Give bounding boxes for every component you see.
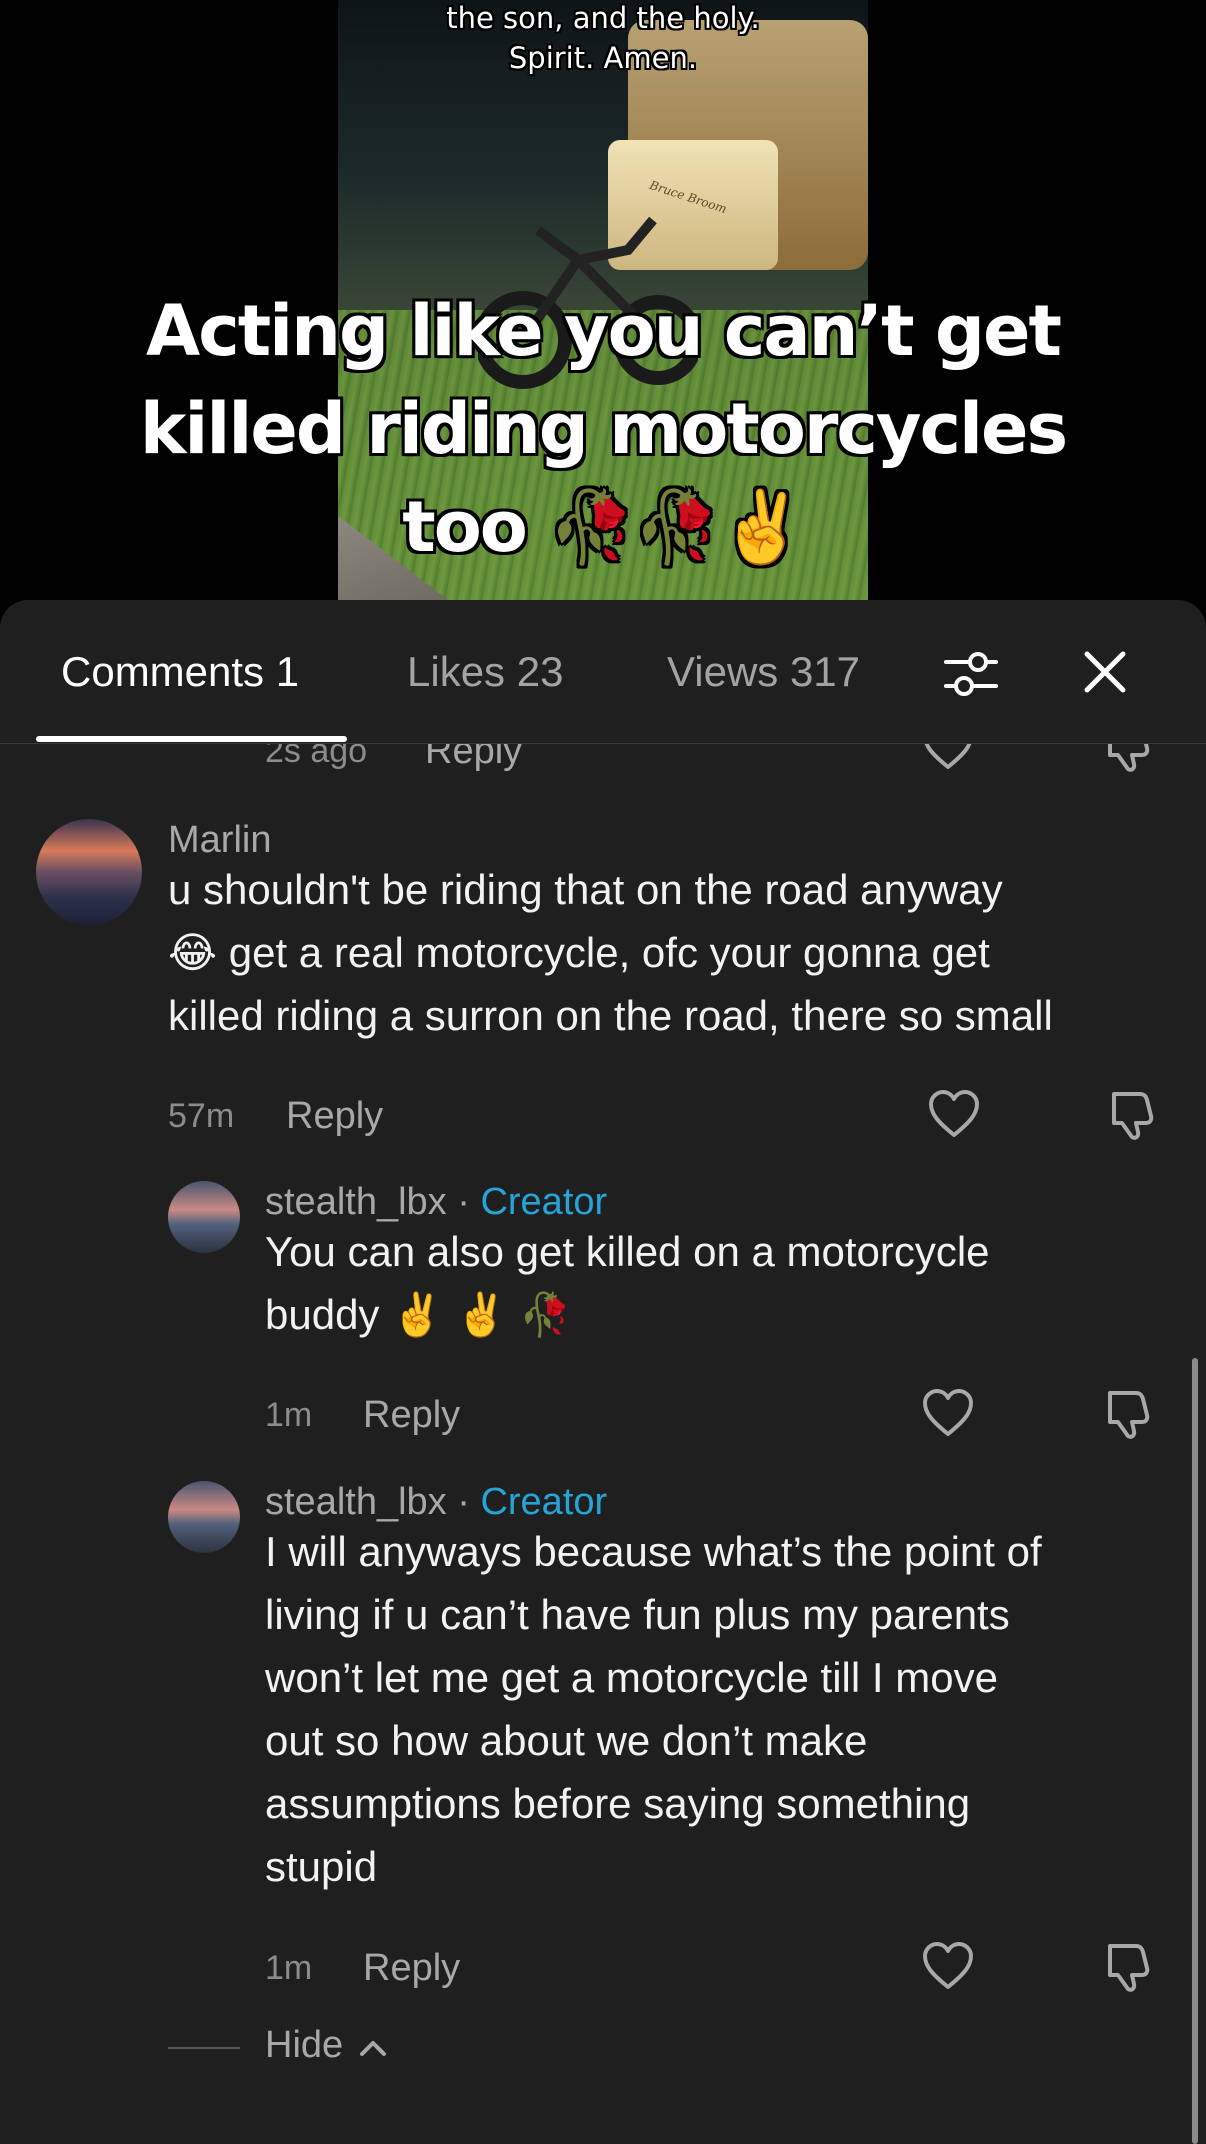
comment-text-line: 😂 get a real motorcycle, ofc your gonna …: [168, 929, 990, 976]
comment-text-line: living if u can’t have fun plus my paren…: [265, 1591, 1010, 1638]
comment-username[interactable]: stealth_lbx: [265, 1181, 447, 1223]
avatar[interactable]: [168, 1481, 240, 1553]
filter-sliders-icon[interactable]: [942, 644, 1000, 707]
reply-button[interactable]: Reply: [363, 1394, 460, 1437]
video-caption-line-3: too 🥀🥀✌️: [402, 486, 806, 568]
comment-text-line: buddy ✌️ ✌️ 🥀: [265, 1291, 572, 1338]
close-icon[interactable]: [1084, 651, 1126, 698]
chevron-up-icon: [358, 2025, 388, 2068]
comment-timestamp: 57m: [168, 1097, 235, 1135]
video-caption-line-2: killed riding motorcycles: [139, 388, 1068, 470]
dislike-icon[interactable]: [1102, 744, 1154, 779]
avatar[interactable]: [168, 1181, 240, 1253]
reply-button[interactable]: Reply: [286, 1095, 383, 1138]
avatar[interactable]: [36, 819, 142, 925]
tab-views[interactable]: Views 317: [667, 648, 860, 696]
comment-text-line: assumptions before saying something: [265, 1780, 971, 1827]
creator-badge: Creator: [480, 1181, 608, 1223]
dislike-icon[interactable]: [1106, 1090, 1158, 1147]
active-tab-indicator: [36, 736, 347, 742]
reply-button[interactable]: Reply: [425, 744, 522, 773]
comment-username[interactable]: Marlin: [168, 819, 271, 862]
username-separator: ·: [446, 1481, 481, 1523]
tab-bar: Comments 1 Likes 23 Views 317: [0, 600, 1206, 744]
creator-badge: Creator: [480, 1481, 608, 1523]
heart-icon[interactable]: [922, 744, 974, 775]
comment-text-line: out so how about we don’t make: [265, 1717, 868, 1764]
comment-timestamp: 1m: [265, 1396, 313, 1434]
video-player[interactable]: Bruce Broom the son, and the holy. Spiri…: [0, 0, 1206, 600]
username-separator: ·: [446, 1181, 481, 1223]
heart-icon[interactable]: [922, 1389, 974, 1442]
reply-button[interactable]: Reply: [363, 1947, 460, 1990]
tab-likes[interactable]: Likes 23: [407, 648, 563, 696]
comment-text-line: You can also get killed on a motorcycle: [265, 1228, 990, 1275]
comment-username[interactable]: stealth_lbx: [265, 1481, 447, 1523]
comment-text-line: u shouldn't be riding that on the road a…: [168, 866, 1003, 913]
comment-text-line: I will anyways because what’s the point …: [265, 1528, 1042, 1575]
dislike-icon[interactable]: [1102, 1389, 1154, 1446]
video-caption-small-line-2: Spirit. Amen.: [508, 41, 698, 75]
video-caption-line-1: Acting like you can’t get: [146, 290, 1062, 372]
tab-comments[interactable]: Comments 1: [61, 648, 299, 696]
heart-icon[interactable]: [928, 1090, 980, 1143]
hide-replies-button[interactable]: Hide: [265, 2024, 388, 2068]
comment-username-row: stealth_lbx · Creator: [265, 1481, 607, 1524]
dislike-icon[interactable]: [1102, 1942, 1154, 1999]
comment-text-line: killed riding a surron on the road, ther…: [168, 992, 1053, 1039]
comments-sheet: Comments 1 Likes 23 Views 317 2s ago Rep…: [0, 600, 1206, 2144]
comment-list[interactable]: 2s ago Reply Marlin u shouldn't be ridin…: [0, 744, 1206, 2144]
comment-text-line: won’t let me get a motorcycle till I mov…: [265, 1654, 998, 1701]
comment-text-line: stupid: [265, 1843, 378, 1890]
heart-icon[interactable]: [922, 1942, 974, 1995]
comment-timestamp: 1m: [265, 1949, 313, 1987]
video-caption-small-line-1: the son, and the holy.: [446, 1, 760, 35]
scrollbar[interactable]: [1192, 1358, 1198, 2144]
hide-label: Hide: [265, 2024, 344, 2066]
comment-username-row: stealth_lbx · Creator: [265, 1181, 607, 1224]
comment-timestamp: 2s ago: [265, 744, 368, 770]
replies-divider: [168, 2047, 240, 2049]
